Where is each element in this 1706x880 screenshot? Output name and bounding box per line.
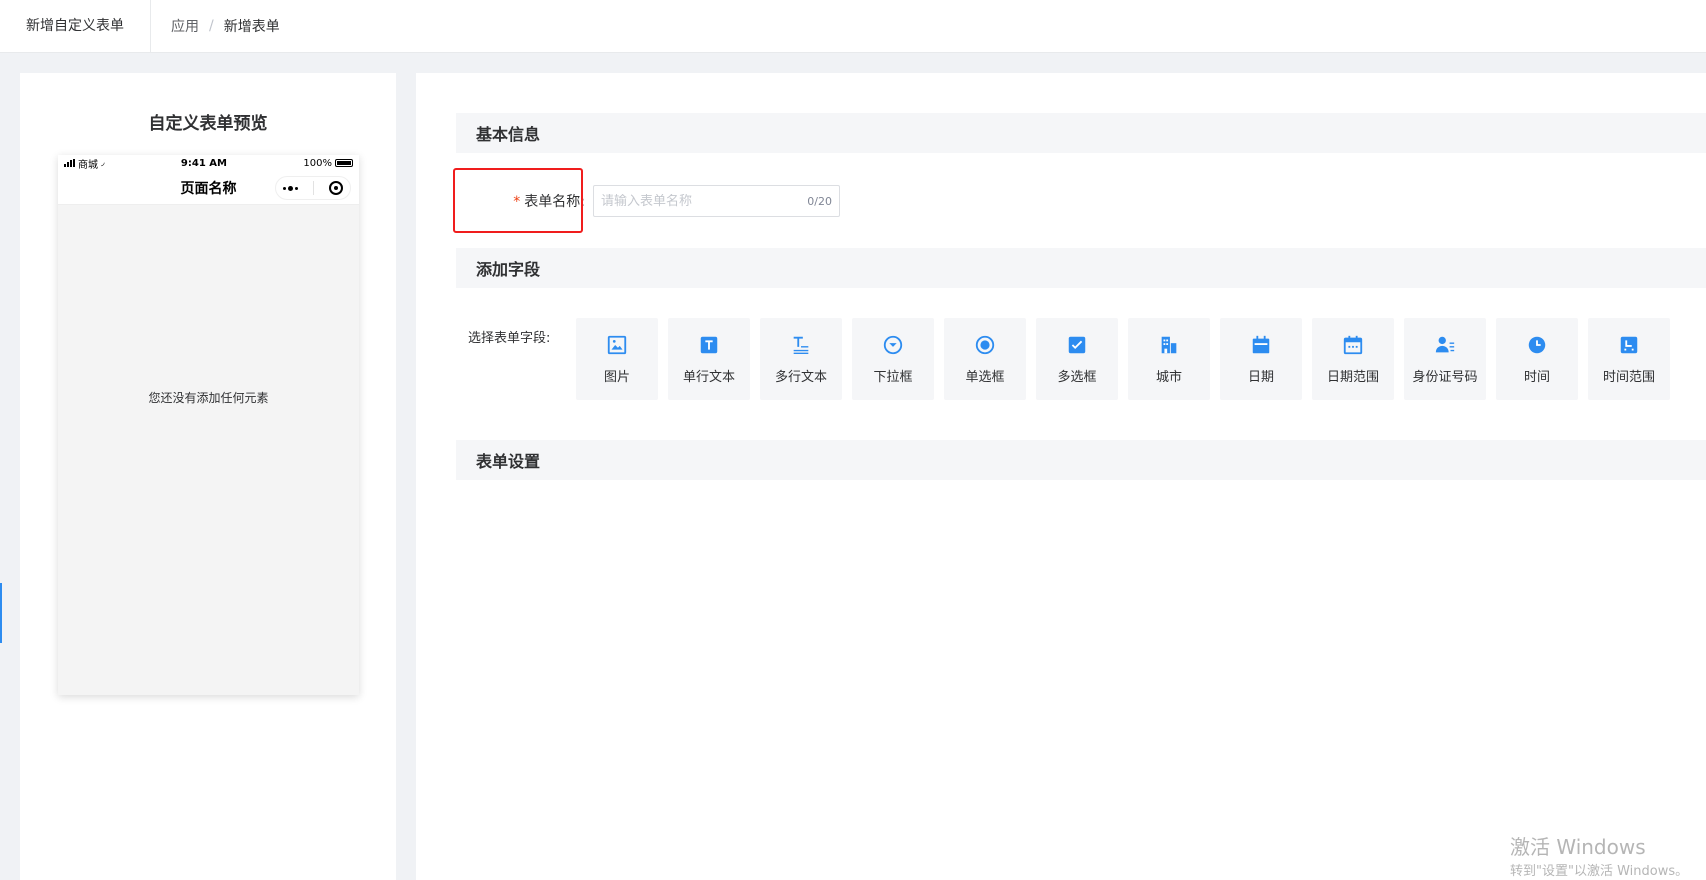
form-name-input[interactable] xyxy=(601,193,791,209)
field-item-label: 单选框 xyxy=(965,369,1005,385)
mini-program-capsule xyxy=(275,176,351,200)
preview-panel: 自定义表单预览 商城 ◞ 9:41 AM 100% 页面名称 您还没有添加任何元… xyxy=(20,73,396,880)
field-item-time[interactable]: 时间 xyxy=(1496,318,1578,400)
field-item-label: 多选框 xyxy=(1057,369,1097,385)
phone-status-bar: 商城 ◞ 9:41 AM 100% xyxy=(58,155,359,171)
field-item-label: 日期范围 xyxy=(1326,369,1379,385)
field-item-checkbox[interactable]: 多选框 xyxy=(1036,318,1118,400)
date-icon xyxy=(1252,335,1270,353)
char-counter: 0/20 xyxy=(807,194,832,208)
field-item-label: 日期 xyxy=(1247,369,1274,385)
breadcrumb: 应用 / 新增表单 xyxy=(151,16,280,36)
breadcrumb-separator: / xyxy=(209,18,214,34)
form-name-input-wrap: 0/20 xyxy=(593,185,840,217)
status-time: 9:41 AM xyxy=(180,157,227,169)
wifi-icon: ◞ xyxy=(101,158,105,168)
field-item-city[interactable]: 城市 xyxy=(1128,318,1210,400)
section-add-fields: 添加字段 xyxy=(456,248,1706,288)
field-item-date-range[interactable]: 日期范围 xyxy=(1312,318,1394,400)
checkbox-icon xyxy=(1068,336,1086,353)
preview-title: 自定义表单预览 xyxy=(148,114,268,134)
field-item-id-card[interactable]: 身份证号码 xyxy=(1404,318,1486,400)
battery-icon xyxy=(334,159,353,167)
field-item-dropdown[interactable]: 下拉框 xyxy=(852,318,934,400)
date-range-icon xyxy=(1343,335,1363,354)
phone-page-title: 页面名称 xyxy=(180,180,237,197)
field-item-label: 多行文本 xyxy=(774,369,827,385)
windows-activation-hint: 转到"设置"以激活 Windows。 xyxy=(1510,864,1689,879)
field-item-label: 图片 xyxy=(603,369,630,385)
dropdown-icon xyxy=(883,335,903,354)
field-item-label: 时间 xyxy=(1523,369,1550,385)
field-item-label: 单行文本 xyxy=(682,369,735,385)
time-range-icon xyxy=(1620,336,1638,353)
close-target-icon xyxy=(328,181,343,195)
city-icon xyxy=(1161,336,1177,353)
field-item-single-text[interactable]: 单行文本 xyxy=(668,318,750,400)
field-item-image[interactable]: 图片 xyxy=(576,318,658,400)
radio-icon xyxy=(975,335,995,354)
carrier-name: 商城 xyxy=(78,159,98,171)
field-item-label: 身份证号码 xyxy=(1412,369,1478,385)
windows-activation-watermark: 激活 Windows xyxy=(1510,835,1646,859)
clock-icon xyxy=(1528,336,1546,353)
page-name-tab[interactable]: 新增自定义表单 xyxy=(0,0,151,53)
top-bar: 新增自定义表单 应用 / 新增表单 xyxy=(0,0,1706,53)
text-icon xyxy=(700,336,718,353)
multiline-text-icon xyxy=(793,336,809,354)
field-item-multi-text[interactable]: 多行文本 xyxy=(760,318,842,400)
field-types-grid: 图片 单行文本 多行文本 下拉框 单选框 多选框 城市 日期 日期范围 身份证号… xyxy=(576,318,1670,400)
field-item-label: 下拉框 xyxy=(873,369,913,385)
section-basic-info: 基本信息 xyxy=(456,113,1706,153)
annotation-highlight-box xyxy=(453,168,583,233)
more-icon xyxy=(283,185,299,191)
battery-percent: 100% xyxy=(303,157,332,169)
field-item-radio[interactable]: 单选框 xyxy=(944,318,1026,400)
breadcrumb-item-current: 新增表单 xyxy=(223,19,280,35)
id-card-icon xyxy=(1435,336,1455,352)
field-item-date[interactable]: 日期 xyxy=(1220,318,1302,400)
image-icon xyxy=(607,335,627,354)
select-fields-label: 选择表单字段: xyxy=(468,331,551,346)
breadcrumb-item-app[interactable]: 应用 xyxy=(171,16,199,36)
empty-state-text: 您还没有添加任何元素 xyxy=(148,391,269,405)
signal-icon xyxy=(64,159,75,167)
sidebar-active-indicator xyxy=(0,583,2,643)
phone-preview: 商城 ◞ 9:41 AM 100% 页面名称 您还没有添加任何元素 xyxy=(58,155,359,695)
form-editor-panel: 基本信息 *表单名称: 0/20 添加字段 选择表单字段: 图片 单行文本 多行… xyxy=(416,73,1706,880)
field-item-time-range[interactable]: 时间范围 xyxy=(1588,318,1670,400)
phone-nav-bar: 页面名称 xyxy=(58,171,359,205)
section-form-settings: 表单设置 xyxy=(456,440,1706,480)
field-item-label: 时间范围 xyxy=(1602,369,1655,385)
field-item-label: 城市 xyxy=(1155,369,1182,385)
